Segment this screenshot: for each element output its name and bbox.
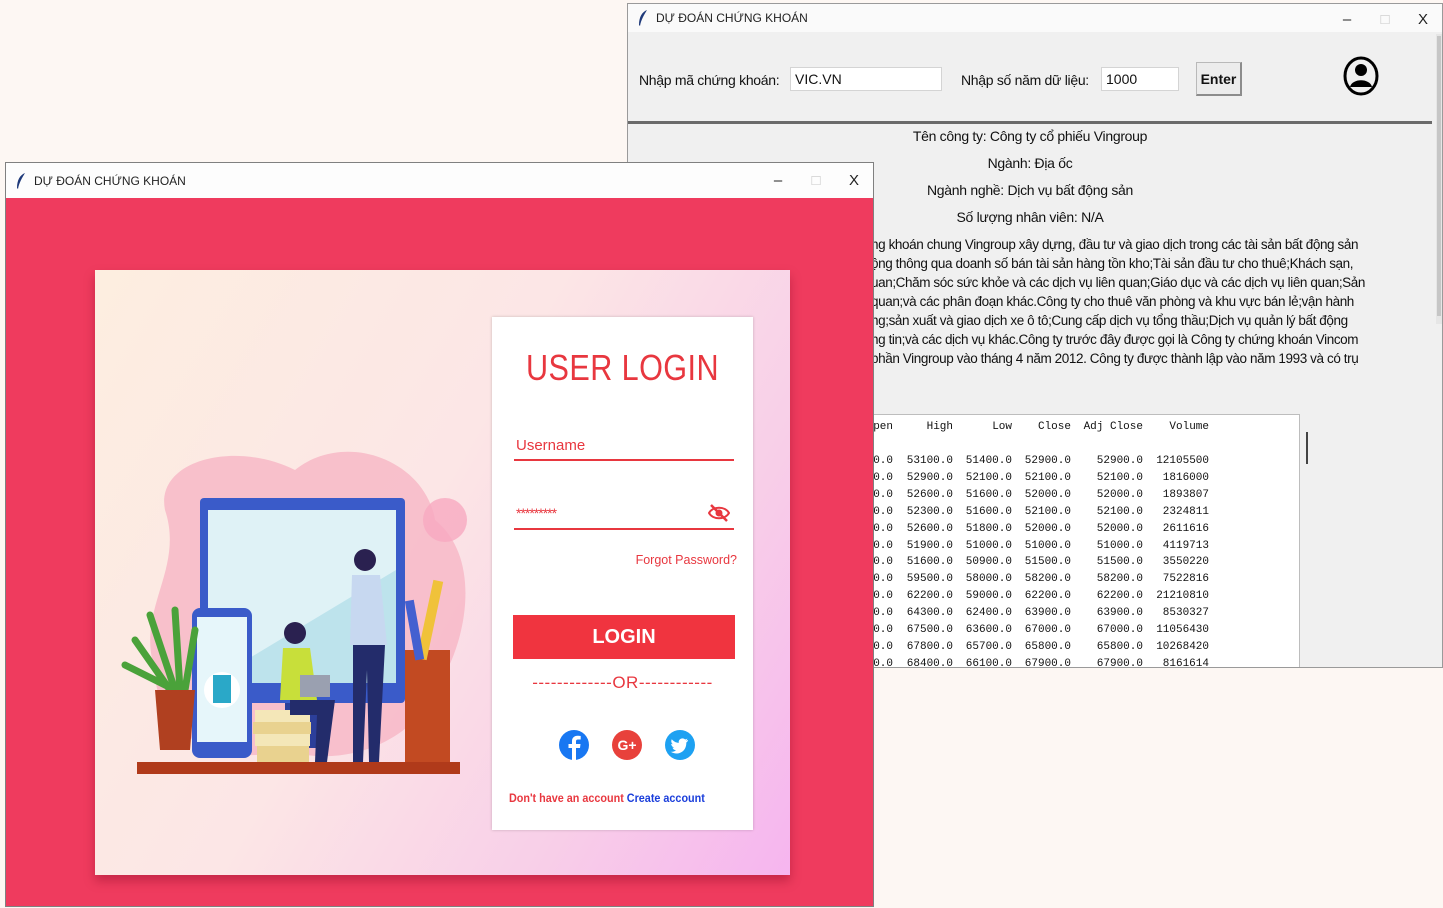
table-cell: 52100.0 xyxy=(1096,471,1143,484)
twitter-icon[interactable] xyxy=(664,727,696,763)
table-cell: 51000.0 xyxy=(1024,539,1071,552)
table-cell: 2611616 xyxy=(1162,522,1209,535)
price-data-table[interactable]: pen High Low Close Adj Close Volume 0.0 53100.0… xyxy=(871,414,1300,668)
table-header-cell: Adj Close xyxy=(1083,421,1143,433)
company-name: Tên công ty: Công ty cổ phiếu Vingroup xyxy=(912,128,1148,144)
table-cell: 21210810 xyxy=(1156,590,1209,603)
table-cell: 2324811 xyxy=(1162,505,1209,518)
table-cell: 52100.0 xyxy=(1024,505,1071,518)
enter-button[interactable]: Enter xyxy=(1196,62,1242,96)
description-line: ng;sản xuất và giao dịch xe ô tô;Cung cấ… xyxy=(871,313,1348,328)
close-button[interactable]: X xyxy=(1404,4,1442,34)
password-underline xyxy=(514,528,734,530)
title-bar: DỰ ĐOÁN CHỨNG KHOÁN – □ X xyxy=(628,4,1442,32)
table-cell: 65800.0 xyxy=(1024,640,1071,653)
table-cell: 52000.0 xyxy=(1024,522,1071,535)
table-cell: 67900.0 xyxy=(1024,657,1071,668)
table-cell: 58200.0 xyxy=(1024,573,1071,586)
table-cell: 52900.0 xyxy=(1024,455,1071,467)
table-cell: 8530327 xyxy=(1162,607,1209,620)
forgot-password-link[interactable]: Forgot Password? xyxy=(636,553,737,567)
stock-code-label: Nhập mã chứng khoán: xyxy=(639,72,780,88)
table-cell: 52000.0 xyxy=(1096,522,1143,535)
maximize-button[interactable]: □ xyxy=(797,163,835,198)
minimize-button[interactable]: – xyxy=(1328,4,1366,34)
table-cell: 62200.0 xyxy=(1096,590,1143,603)
signup-row: Don't have an account Create account xyxy=(509,791,705,805)
table-cell: 10268420 xyxy=(1156,640,1209,653)
table-scrollbar[interactable] xyxy=(1306,432,1308,464)
table-cell: 67900.0 xyxy=(1096,657,1143,668)
maximize-button[interactable]: □ xyxy=(1366,4,1404,34)
password-field[interactable]: ********* xyxy=(516,505,557,521)
table-cell: 58200.0 xyxy=(1096,573,1143,586)
user-profile-icon[interactable] xyxy=(1342,56,1380,96)
table-cell: 67000.0 xyxy=(1096,624,1143,636)
table-cell: 51500.0 xyxy=(1096,556,1143,569)
table-cell: 12105500 xyxy=(1156,455,1209,467)
close-button[interactable]: X xyxy=(835,163,873,198)
table-cell: 1816000 xyxy=(1162,471,1209,484)
input-toolbar: Nhập mã chứng khoán: Nhập số năm dữ liệu… xyxy=(628,32,1442,122)
app-feather-icon xyxy=(17,172,25,189)
table-cell: 51000.0 xyxy=(1096,539,1143,552)
years-label: Nhập số năm dữ liệu: xyxy=(961,72,1089,88)
description-line: phần Vingroup vào tháng 4 năm 2012. Công… xyxy=(871,351,1359,366)
table-header-cell: Volume xyxy=(1169,421,1209,433)
table-cell: 52000.0 xyxy=(1024,488,1071,501)
stock-code-input[interactable] xyxy=(790,67,942,91)
description-line: uan;Chăm sóc sức khỏe và các dịch vụ liê… xyxy=(871,275,1365,290)
login-button[interactable]: LOGIN xyxy=(513,615,735,659)
table-cell: 11056430 xyxy=(1156,624,1209,636)
table-cell: 8161614 xyxy=(1162,657,1209,668)
table-cell: 52000.0 xyxy=(1096,488,1143,501)
table-cell: 4119713 xyxy=(1162,539,1209,552)
window-title: DỰ ĐOÁN CHỨNG KHOÁN xyxy=(656,11,808,25)
username-field[interactable]: Username xyxy=(516,437,585,454)
or-divider: -------------OR------------ xyxy=(532,673,713,692)
table-cell: 52100.0 xyxy=(1096,505,1143,518)
company-description: ng khoán chung Vingroup xây dựng, đầu tư… xyxy=(871,235,1431,368)
description-line: ng tin;và các dịch vụ khác.Công ty trước… xyxy=(871,332,1359,347)
table-cell: 52900.0 xyxy=(1096,455,1143,467)
table-header-cell: Close xyxy=(1037,421,1071,433)
minimize-button[interactable]: – xyxy=(759,163,797,198)
login-title: USER LOGIN xyxy=(525,347,719,388)
app-feather-icon xyxy=(639,10,647,26)
table-cell: 52100.0 xyxy=(1024,471,1071,484)
window-scrollbar[interactable] xyxy=(1436,34,1442,324)
table-cell: 51500.0 xyxy=(1024,556,1071,569)
login-window: DỰ ĐOÁN CHỨNG KHOÁN – □ X USER LOGIN Use… xyxy=(5,162,874,907)
table-cell: 62200.0 xyxy=(1024,590,1071,603)
table-cell: 63900.0 xyxy=(1096,607,1143,620)
table-cell: 63900.0 xyxy=(1024,607,1071,620)
facebook-icon[interactable] xyxy=(558,727,590,763)
svg-text:G+: G+ xyxy=(617,737,636,753)
table-cell: 65800.0 xyxy=(1096,640,1143,653)
window-title: DỰ ĐOÁN CHỨNG KHOÁN xyxy=(34,173,186,188)
login-card: USER LOGIN Username ********* Forgot Pas… xyxy=(95,270,790,875)
google-plus-icon[interactable]: G+ xyxy=(611,727,643,763)
table-cell: 7522816 xyxy=(1162,573,1209,586)
description-line: quan;và các phân đoạn khác.Công ty cho t… xyxy=(871,294,1354,309)
workspace-illustration xyxy=(121,451,467,774)
title-bar: DỰ ĐOÁN CHỨNG KHOÁN – □ X xyxy=(6,163,873,198)
table-cell: 67000.0 xyxy=(1024,624,1071,636)
years-input[interactable] xyxy=(1101,67,1179,91)
username-underline xyxy=(514,459,734,461)
hide-password-icon[interactable] xyxy=(708,503,730,523)
description-line: ộng thông qua doanh số bán tài sản hàng … xyxy=(871,256,1354,271)
header-separator xyxy=(628,121,1432,124)
description-line: ng khoán chung Vingroup xây dựng, đầu tư… xyxy=(871,237,1359,252)
table-cell: 3550220 xyxy=(1162,556,1209,569)
create-account-link[interactable]: Create account xyxy=(627,791,705,805)
signup-prompt: Don't have an account xyxy=(509,791,624,805)
table-cell: 1893807 xyxy=(1162,488,1209,501)
login-form-panel: USER LOGIN Username ********* Forgot Pas… xyxy=(492,317,753,830)
